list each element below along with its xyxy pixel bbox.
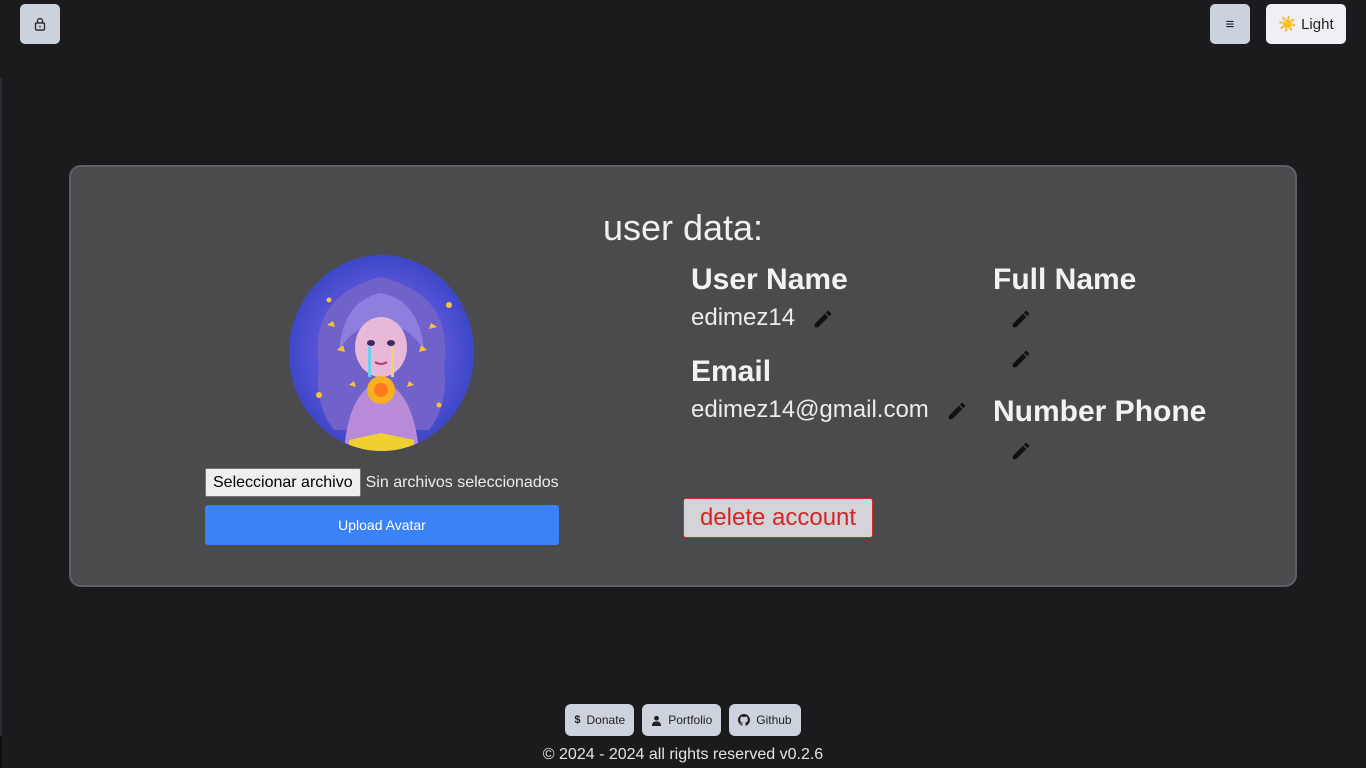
email-label: Email [691,355,772,388]
edit-full-name-icon[interactable] [1010,308,1032,330]
page-title: user data: [602,207,764,248]
theme-toggle-button[interactable]: ☀️ Light [1266,4,1346,44]
edit-last-name-icon[interactable] [1010,348,1032,370]
user-name-label: User Name [691,263,848,296]
menu-icon: ≡ [1225,15,1235,33]
github-label: Github [756,713,792,727]
full-name-label: Full Name [993,263,1137,296]
sun-icon: ☀️ [1278,16,1298,33]
file-status: Sin archivos seleccionados [365,473,559,491]
edit-email-icon[interactable] [946,400,968,422]
footer-links: $ Donate Portfolio Github [0,704,1366,736]
delete-account-button[interactable]: delete account [683,498,873,538]
portfolio-label: Portfolio [668,713,713,727]
portfolio-link[interactable]: Portfolio [642,704,722,736]
lock-icon [34,17,46,31]
user-icon [652,715,662,726]
edit-phone-icon[interactable] [1010,440,1032,462]
donate-link[interactable]: $ Donate [565,704,635,736]
edit-user-name-icon[interactable] [812,308,834,330]
file-picker: Seleccionar archivo Sin archivos selecci… [205,468,559,497]
lock-button[interactable] [20,4,60,44]
copyright: © 2024 - 2024 all rights reserved v0.2.6 [542,746,824,763]
donate-label: Donate [586,713,626,727]
upload-avatar-button[interactable]: Upload Avatar [205,505,559,545]
number-phone-label: Number Phone [993,395,1207,428]
dollar-icon: $ [574,714,581,726]
github-link[interactable]: Github [729,704,801,736]
avatar [289,255,474,451]
left-edge [0,78,2,736]
menu-button[interactable]: ≡ [1210,4,1250,44]
theme-label: Light [1301,15,1334,33]
user-name-value: edimez14 [691,304,796,331]
github-icon [738,714,751,726]
choose-file-button[interactable]: Seleccionar archivo [205,468,361,497]
email-value: edimez14@gmail.com [691,396,929,423]
user-data-card: user data: Seleccionar archivo Sin archi… [69,165,1297,587]
